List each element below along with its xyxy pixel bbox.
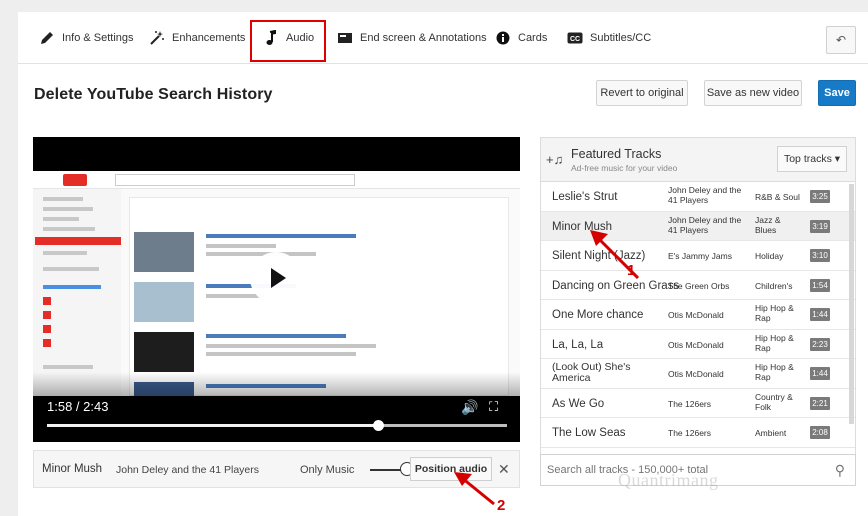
video-editor: Info & Settings Enhancements Audio End s… [18,12,868,516]
annotation-layer [454,230,640,506]
watermark: Quantrimang [618,470,719,490]
annotation-step-1: 1 [627,262,636,279]
annotation-step-2: 2 [497,497,506,514]
